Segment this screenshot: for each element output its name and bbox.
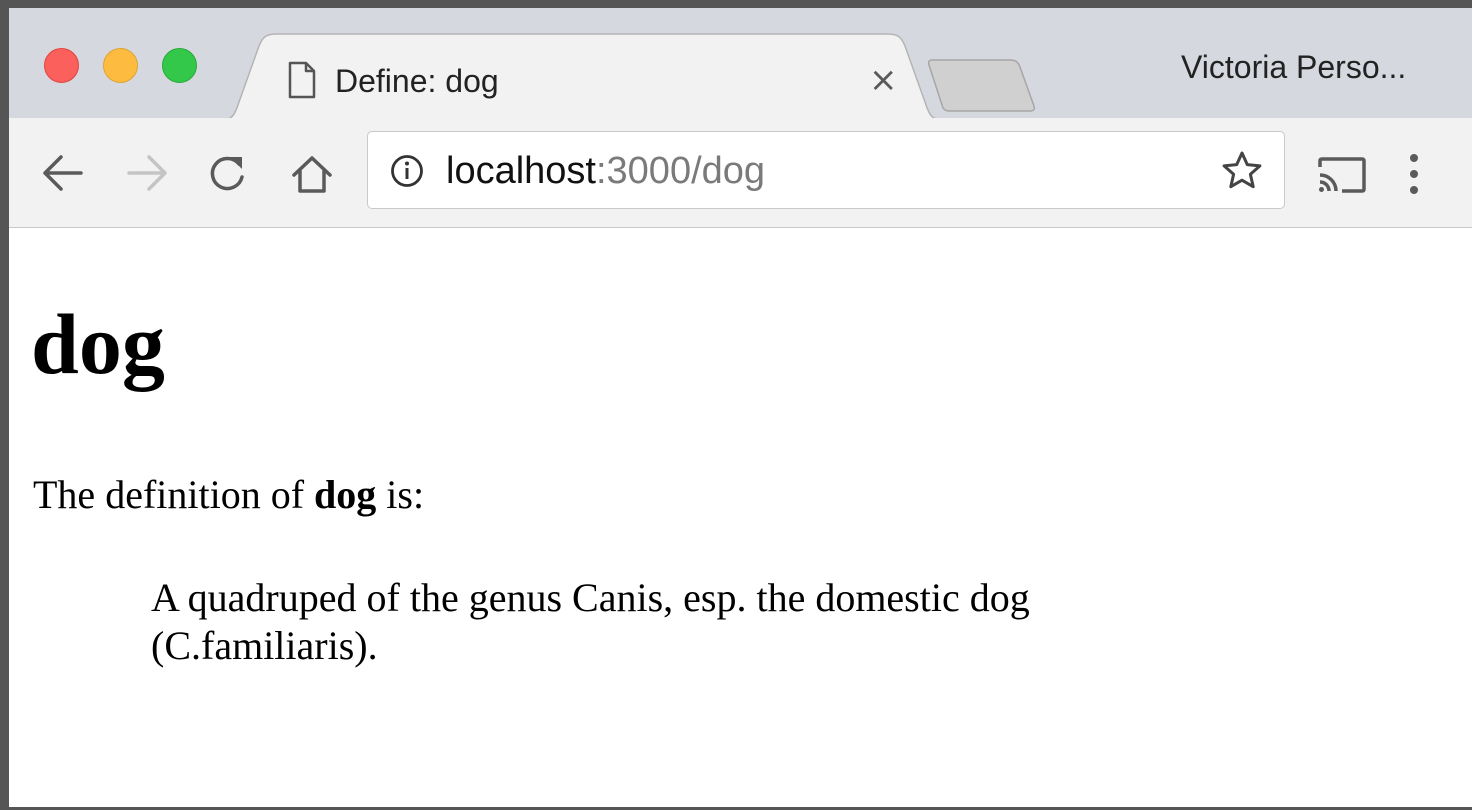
cast-button[interactable]	[1317, 156, 1367, 199]
page-heading: dog	[31, 296, 165, 392]
intro-prefix: The definition of	[33, 472, 315, 517]
cast-icon	[1318, 157, 1366, 193]
back-button[interactable]	[41, 153, 85, 198]
intro-suffix: is:	[376, 472, 425, 517]
window-minimize-button[interactable]	[103, 48, 138, 83]
new-tab-button[interactable]	[926, 56, 1038, 114]
reload-icon	[210, 156, 244, 191]
address-bar[interactable]: localhost:3000/dog	[367, 131, 1285, 209]
info-icon[interactable]	[390, 154, 424, 193]
url-path: :3000/dog	[595, 150, 766, 192]
kebab-menu-icon	[1410, 154, 1418, 194]
home-icon	[292, 156, 332, 193]
arrow-left-icon	[43, 155, 83, 191]
tab-shape	[221, 33, 943, 122]
url-host: localhost	[446, 150, 596, 192]
tab-strip: Define: dog × Victoria Perso...	[9, 8, 1472, 122]
forward-button[interactable]	[125, 153, 169, 198]
menu-button[interactable]	[1407, 152, 1421, 201]
tab-close-icon[interactable]: ×	[869, 62, 898, 98]
window-maximize-button[interactable]	[162, 48, 197, 83]
definition-intro: The definition of dog is:	[33, 471, 424, 519]
intro-word: dog	[314, 472, 377, 517]
url-text[interactable]: localhost:3000/dog	[446, 149, 765, 193]
star-icon[interactable]	[1221, 150, 1263, 195]
page-icon	[287, 61, 317, 104]
reload-button[interactable]	[206, 153, 248, 200]
home-button[interactable]	[290, 153, 334, 200]
window-close-button[interactable]	[44, 48, 79, 83]
page-content: dog The definition of dog is: A quadrupe…	[9, 228, 1472, 807]
tab-active[interactable]: Define: dog ×	[221, 32, 943, 122]
tab-title: Define: dog	[335, 63, 499, 99]
browser-window: Define: dog × Victoria Perso... localhos…	[0, 0, 1472, 810]
profile-name[interactable]: Victoria Perso...	[1181, 48, 1406, 86]
arrow-right-icon	[127, 155, 167, 191]
toolbar: localhost:3000/dog	[9, 118, 1472, 228]
definition-text: A quadruped of the genus Canis, esp. the…	[151, 575, 1030, 668]
